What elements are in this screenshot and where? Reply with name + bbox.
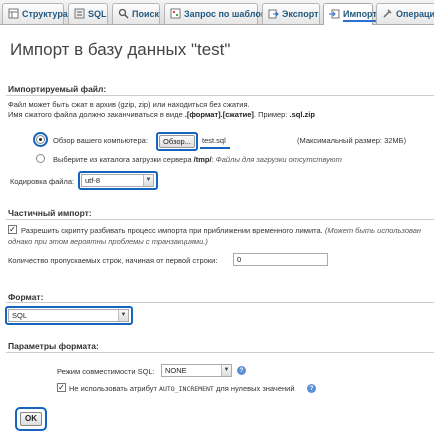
browse-label: Обзор вашего компьютера: [53,136,148,145]
query-icon [170,6,181,19]
no-auto-increment-checkbox[interactable]: ✓ [57,383,66,392]
params-section-title: Параметры формата: [8,341,99,351]
encoding-select[interactable]: utf-8 ▼ [81,174,154,187]
file-section-title: Импортируемый файл: [8,84,107,94]
tab-structure[interactable]: Структура [2,3,68,24]
chevron-down-icon: ▼ [143,175,153,186]
divider [6,302,434,303]
tab-bar: Структура SQL Поиск Запрос по шаблону Эк… [0,0,434,25]
tab-query-label: Запрос по шаблону [184,9,272,19]
note-format: .[формат].[сжатие] [184,110,254,119]
export-icon [268,6,279,19]
auto-inc-prefix: Не использовать атрибут [69,384,157,393]
note-example: .sql.zip [289,110,315,119]
sql-icon [74,6,85,19]
server-dir-suffix: : [211,155,214,164]
encoding-label: Кодировка файла: [10,177,75,186]
tab-search[interactable]: Поиск [112,3,160,24]
server-dir-text: Выберите из каталога загрузки сервера [53,155,192,164]
server-dir-path: /tmp/ [193,155,212,164]
compression-note: Файл может быть сжат в архив (gzip, zip)… [8,100,250,109]
format-value: SQL [12,311,28,320]
skip-rows-label: Количество пропускаемых строк, начиная о… [8,256,218,265]
auto-inc-code: AUTO_INCREMENT [159,385,214,393]
tab-structure-label: Структура [22,9,68,19]
ok-button[interactable]: OK [20,412,42,426]
tab-sql-label: SQL [88,9,107,19]
auto-inc-suffix: для нулевых значений [215,384,295,393]
allow-interrupt-note: (Может быть использован [324,226,422,235]
skip-rows-input[interactable]: 0 [233,253,328,266]
divider [6,95,434,96]
file-name-underline [200,147,230,149]
compat-mode-select[interactable]: NONE ▼ [161,364,232,377]
allow-interrupt-note-line2: однако при этом вероятны проблемы с тран… [8,237,208,246]
filename-format-note: Имя сжатого файла должно заканчиваться в… [8,110,315,119]
tab-operations-label: Операции [396,9,434,19]
tab-export-label: Экспорт [282,9,319,19]
compat-mode-label: Режим совместимости SQL: [57,367,155,376]
structure-icon [8,6,19,19]
format-select[interactable]: SQL ▼ [8,309,129,322]
compat-mode-value: NONE [165,366,187,375]
format-section-title: Формат: [8,292,44,302]
tab-import[interactable]: Импорт [323,3,377,25]
help-icon[interactable]: ? [237,366,246,375]
tab-operations[interactable]: Операции [376,3,434,24]
tab-import-label: Импорт [343,9,377,22]
partial-section-title: Частичный импорт: [8,208,92,218]
import-icon [329,6,340,19]
search-icon [118,6,129,19]
encoding-value: utf-8 [85,176,101,185]
note-example-label: . Пример: [253,110,288,119]
tab-export[interactable]: Экспорт [262,3,320,24]
max-size-note: (Максимальный размер: 32МБ) [297,136,407,145]
page-title: Импорт в базу данных "test" [10,40,231,59]
help-icon[interactable]: ? [307,384,316,393]
server-dir-note: Файлы для загрузки отсутствуют [215,155,342,164]
no-auto-increment-label: Не использовать атрибут AUTO_INCREMENT д… [69,384,295,393]
browse-radio[interactable] [36,135,45,144]
divider [6,352,434,353]
chevron-down-icon: ▼ [118,310,128,321]
note-prefix: Имя сжатого файла должно заканчиваться в… [8,110,183,119]
server-dir-radio[interactable] [36,154,45,163]
allow-interrupt-text: Разрешить скрипту разбивать процесс импо… [21,226,323,235]
allow-interrupt-label: Разрешить скрипту разбивать процесс импо… [21,226,421,235]
browse-button[interactable]: Обзор... [159,135,195,148]
operations-icon [382,6,393,18]
selected-file-name: test.sql [202,136,226,145]
tab-sql[interactable]: SQL [68,3,108,24]
chevron-down-icon: ▼ [221,365,231,376]
server-dir-label: Выберите из каталога загрузки сервера /t… [53,155,342,164]
allow-interrupt-checkbox[interactable]: ✓ [8,225,17,234]
tab-search-label: Поиск [132,9,160,19]
tab-query[interactable]: Запрос по шаблону [164,3,271,24]
divider [6,219,434,220]
